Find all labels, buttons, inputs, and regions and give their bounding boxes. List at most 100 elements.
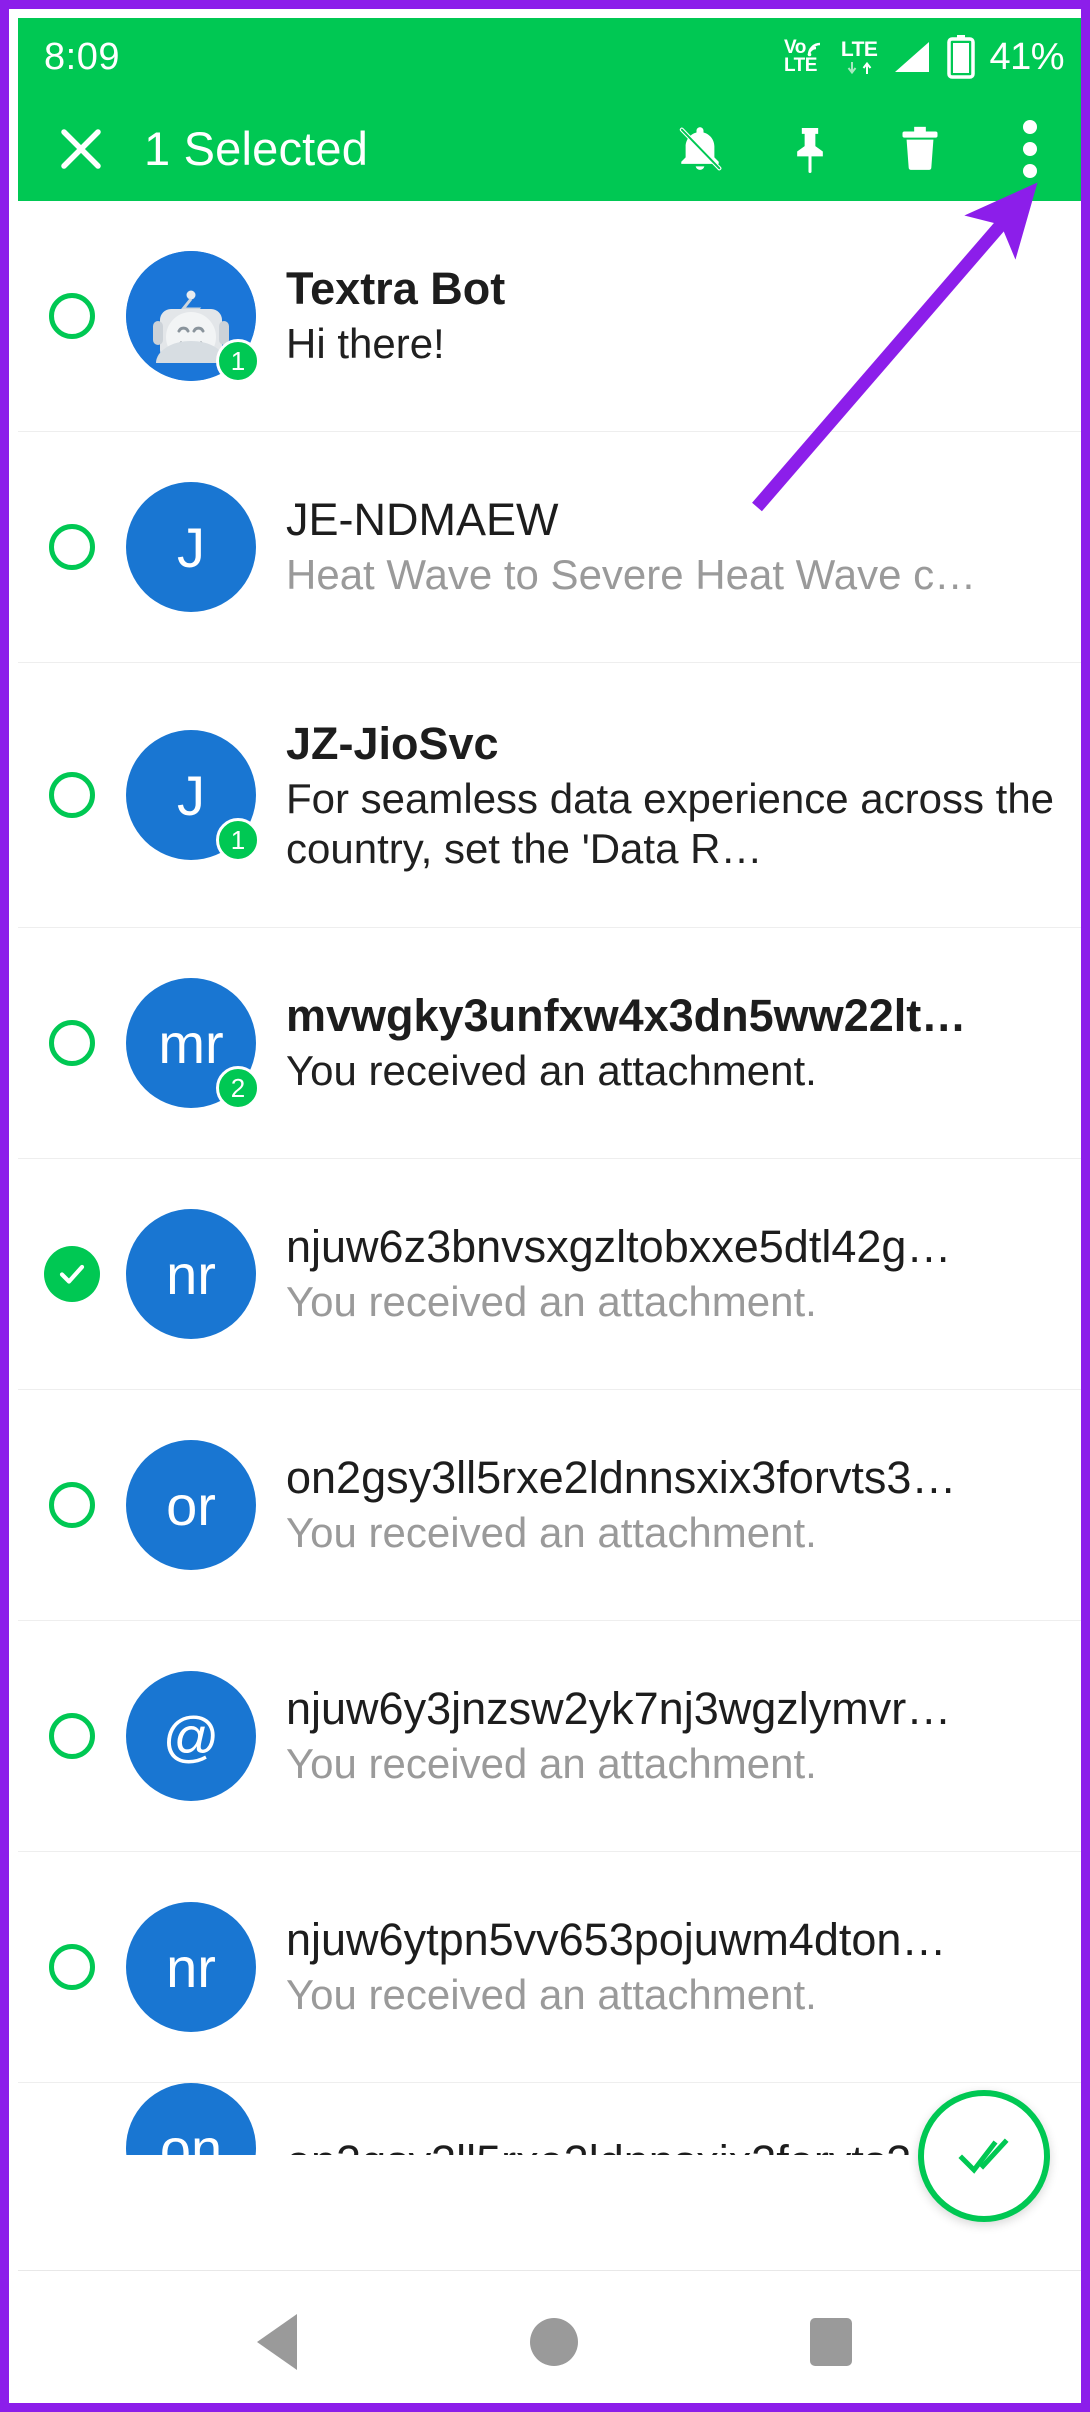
conversation-title: Textra Bot (286, 263, 506, 315)
select-checkbox[interactable] (18, 293, 126, 339)
avatar-initial: @ (126, 1671, 256, 1801)
conversation-snippet: Hi there! (286, 320, 445, 368)
signal-bars-icon (895, 42, 930, 72)
avatar[interactable]: on (126, 2083, 256, 2155)
conversation-snippet: You received an attachment. (286, 1047, 817, 1095)
conversation-snippet: You received an attachment. (286, 1740, 817, 1788)
conversation-snippet: Heat Wave to Severe Heat Wave c… (286, 551, 977, 599)
avatar-initial: nr (126, 1209, 256, 1339)
lte-data-icon: LTE (841, 39, 878, 75)
avatar[interactable]: @ (126, 1671, 256, 1801)
checkbox-unchecked-icon (49, 1020, 95, 1066)
conversation-row-selected[interactable]: nr njuw6z3bnvsxgzltobxxe5dtl42g… You rec… (18, 1159, 1081, 1389)
checkbox-unchecked-icon (49, 293, 95, 339)
trash-icon (902, 126, 938, 170)
conversation-snippet: For seamless data experience across the … (286, 775, 1055, 872)
unread-badge: 1 (216, 818, 260, 862)
avatar[interactable]: J (126, 482, 256, 612)
conversation-list[interactable]: 1 Textra Bot Hi there! J JE-NDMAEW Heat … (18, 201, 1081, 2270)
conversation-snippet: You received an attachment. (286, 1278, 817, 1326)
pin-conversation-button[interactable] (780, 119, 840, 179)
status-clock: 8:09 (44, 35, 120, 78)
selection-toolbar: 1 Selected (18, 96, 1081, 201)
phone-screen: 8:09 Vo LTE LTE 41% 1 Selected 1 Textra … (18, 18, 1081, 2403)
conversation-row[interactable]: @ njuw6y3jnzsw2yk7nj3wgzlymvr… You recei… (18, 1621, 1081, 1851)
delete-conversation-button[interactable] (890, 119, 950, 179)
annotated-screenshot-frame: 8:09 Vo LTE LTE 41% 1 Selected 1 Textra … (0, 0, 1090, 2412)
avatar[interactable]: J 1 (126, 730, 260, 862)
recents-square-icon (810, 2317, 853, 2366)
selection-count-title: 1 Selected (144, 122, 369, 175)
avatar-initial: J (126, 482, 256, 612)
avatar[interactable]: nr (126, 1902, 256, 2032)
conversation-text: JE-NDMAEW Heat Wave to Severe Heat Wave … (286, 493, 1068, 600)
overflow-menu-button[interactable] (1000, 119, 1060, 179)
unread-badge: 2 (216, 1066, 260, 1110)
checkbox-unchecked-icon (49, 1713, 95, 1759)
select-checkbox[interactable] (18, 1482, 126, 1528)
battery-icon (947, 35, 976, 79)
status-icons: Vo LTE LTE 41% (784, 35, 1064, 79)
nav-home-button[interactable] (504, 2292, 604, 2392)
checkbox-unchecked-icon (49, 1944, 95, 1990)
volte-icon: Vo LTE (783, 38, 827, 76)
status-bar: 8:09 Vo LTE LTE 41% (18, 18, 1081, 96)
conversation-text: njuw6ytpn5vv653pojuwm4dton… You received… (286, 1913, 1068, 2020)
conversation-title: on2gsy3ll5rxe2ldnnsxix3forvts3… (286, 1452, 957, 1504)
data-arrows-icon (846, 61, 873, 75)
select-checkbox[interactable] (18, 2083, 126, 2129)
conversation-title: mvwgky3unfxw4x3dn5ww22lt… (286, 990, 967, 1042)
conversation-row[interactable]: nr njuw6ytpn5vv653pojuwm4dton… You recei… (18, 1852, 1081, 2082)
double-check-icon (958, 2138, 1009, 2174)
avatar[interactable]: or (126, 1440, 256, 1570)
select-checkbox[interactable] (18, 1246, 126, 1302)
close-icon (61, 128, 101, 169)
lte-label: LTE (840, 38, 878, 61)
checkbox-unchecked-icon (49, 524, 95, 570)
conversation-snippet: You received an attachment. (286, 1971, 817, 2019)
pin-icon (797, 127, 823, 173)
conversation-text: njuw6z3bnvsxgzltobxxe5dtl42g… You receiv… (286, 1220, 1068, 1327)
conversation-row[interactable]: J JE-NDMAEW Heat Wave to Severe Heat Wav… (18, 432, 1081, 662)
avatar-initial: or (126, 1440, 256, 1570)
conversation-row[interactable]: 1 Textra Bot Hi there! (18, 201, 1081, 431)
three-dots-vertical-icon (1023, 119, 1037, 178)
volte-label-bottom: LTE (783, 55, 817, 76)
select-checkbox[interactable] (18, 1713, 126, 1759)
checkbox-unchecked-icon (49, 772, 95, 818)
conversation-row[interactable]: mr 2 mvwgky3unfxw4x3dn5ww22lt… You recei… (18, 928, 1081, 1158)
conversation-row[interactable]: or on2gsy3ll5rxe2ldnnsxix3forvts3… You r… (18, 1390, 1081, 1620)
nav-back-button[interactable] (227, 2292, 327, 2392)
mute-notifications-button[interactable] (670, 119, 730, 179)
select-checkbox[interactable] (18, 1020, 126, 1066)
avatar[interactable]: 1 (126, 251, 260, 383)
conversation-text: Textra Bot Hi there! (286, 262, 1068, 369)
conversation-snippet: You received an attachment. (286, 1509, 817, 1557)
conversation-text: on2gsy3ll5rxe2ldnnsxix3forvts3… You rece… (286, 1451, 1068, 1558)
select-checkbox[interactable] (18, 772, 126, 818)
conversation-title: njuw6z3bnvsxgzltobxxe5dtl42g… (286, 1221, 952, 1273)
select-checkbox[interactable] (18, 1944, 126, 1990)
conversation-title: njuw6y3jnzsw2yk7nj3wgzlymvr… (286, 1683, 952, 1735)
conversation-title: njuw6ytpn5vv653pojuwm4dton… (286, 1914, 947, 1966)
checkbox-checked-icon (44, 1246, 100, 1302)
bell-slash-icon (679, 126, 722, 170)
select-checkbox[interactable] (18, 524, 126, 570)
avatar-initial: on (126, 2083, 256, 2155)
conversation-text: mvwgky3unfxw4x3dn5ww22lt… You received a… (286, 989, 1068, 1096)
conversation-text: JZ-JioSvc For seamless data experience a… (286, 717, 1068, 873)
unread-badge: 1 (216, 339, 260, 383)
conversation-row[interactable]: J 1 JZ-JioSvc For seamless data experien… (18, 663, 1081, 927)
avatar-initial: nr (126, 1902, 256, 2032)
conversation-title: JE-NDMAEW (286, 494, 559, 546)
conversation-title: JZ-JioSvc (286, 717, 499, 769)
nav-recents-button[interactable] (781, 2292, 881, 2392)
avatar[interactable]: mr 2 (126, 978, 260, 1110)
home-circle-icon (529, 2317, 578, 2366)
battery-percent-label: 41% (989, 35, 1064, 78)
mark-all-read-button[interactable] (918, 2090, 1050, 2222)
avatar[interactable]: nr (126, 1209, 256, 1339)
checkbox-unchecked-icon (49, 1482, 95, 1528)
close-selection-button[interactable] (54, 122, 108, 176)
back-triangle-icon (256, 2313, 297, 2370)
